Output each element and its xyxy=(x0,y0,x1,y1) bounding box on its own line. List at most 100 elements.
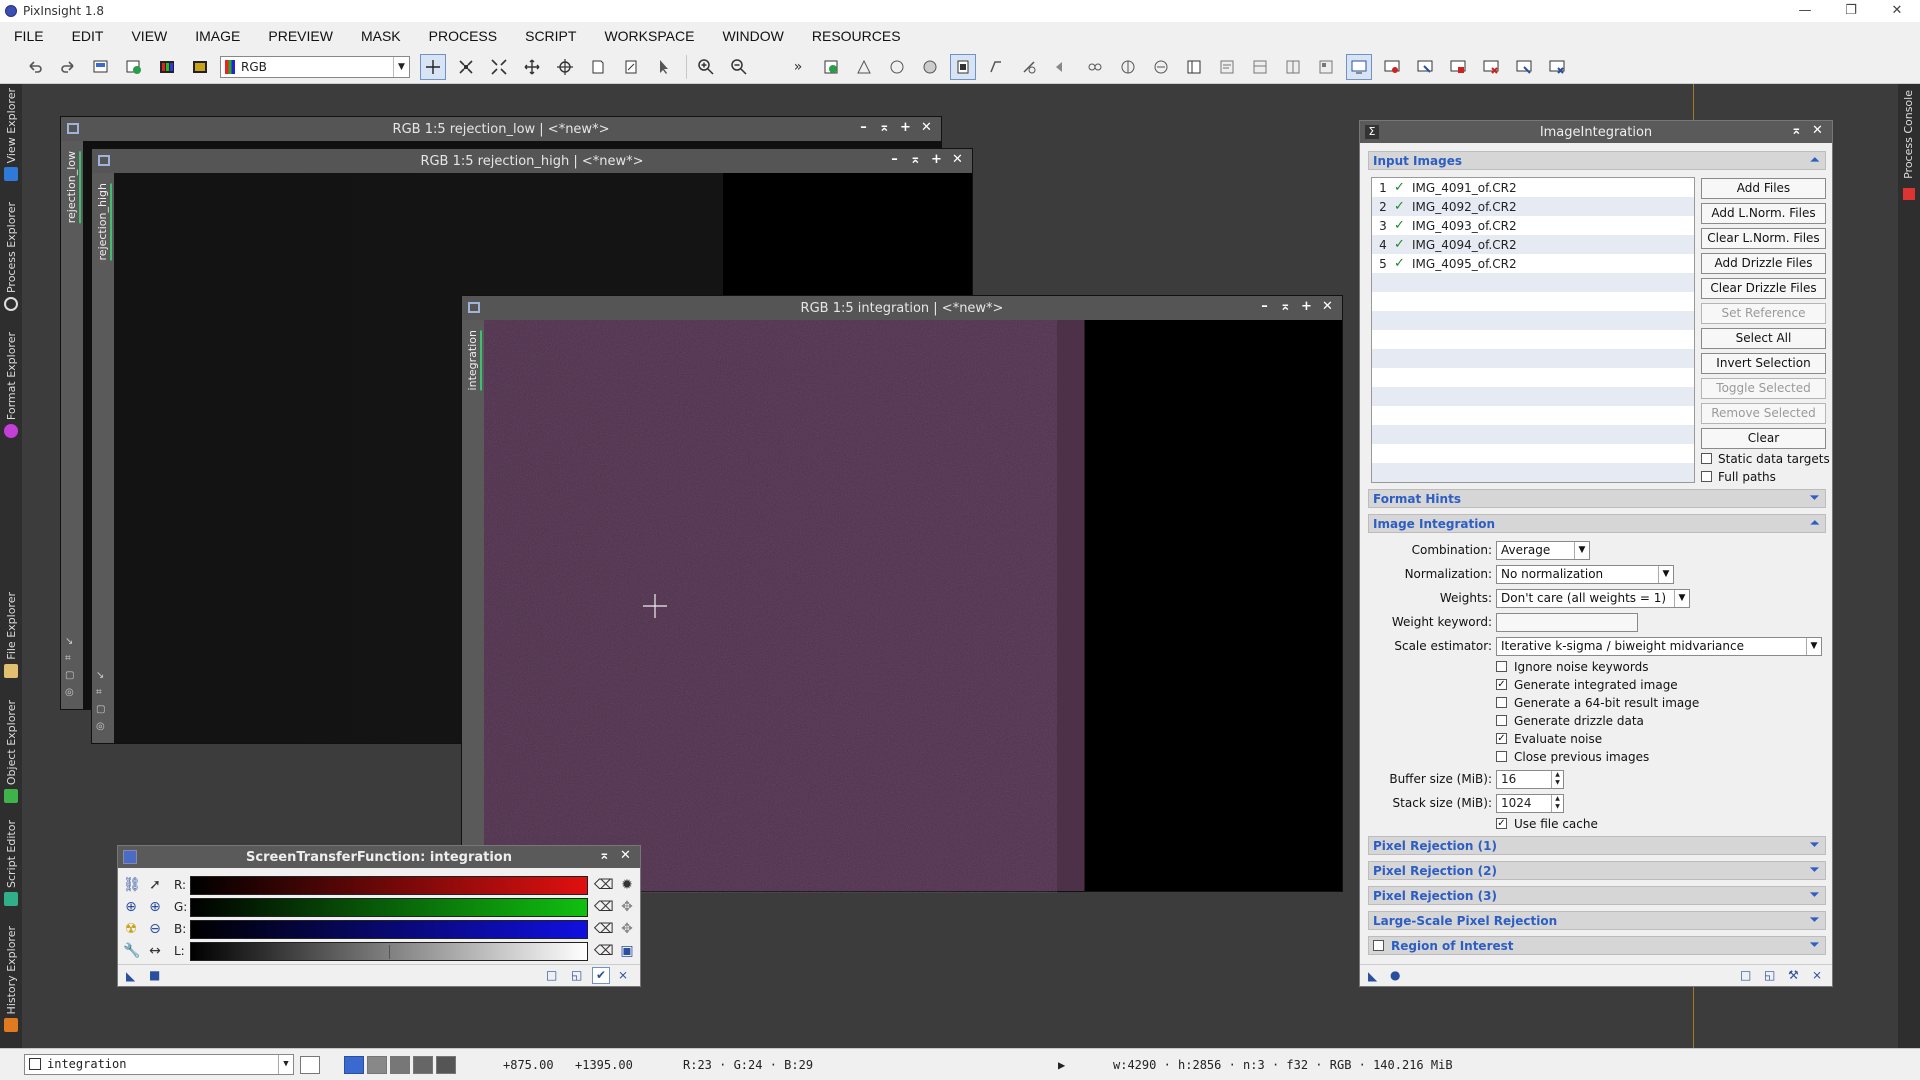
maximize-button[interactable]: + xyxy=(1296,299,1317,314)
expand-arrow-icon[interactable]: ⏷ xyxy=(1810,838,1819,852)
apply-global-icon[interactable]: ● xyxy=(1390,968,1400,982)
input-files-list[interactable]: 1 ✓ IMG_4091_of.CR2 2 ✓ IMG_4092_of.CR2 3 ✓ IM… xyxy=(1371,177,1695,483)
image-integration-window[interactable]: Σ ImageIntegration ⌅ ✕ Input Images ⏶ 1 ✓… xyxy=(1359,120,1833,987)
zoom-fit-icon[interactable]: ⊕ xyxy=(123,899,139,915)
pointer-icon[interactable] xyxy=(651,54,677,80)
workspace-3-icon[interactable] xyxy=(1412,54,1438,80)
display-mode-5-icon[interactable] xyxy=(436,1056,456,1074)
maximize-button[interactable]: + xyxy=(926,152,947,167)
display-mode-4-icon[interactable] xyxy=(413,1056,433,1074)
stack-size-spinner[interactable]: 1024 ▲ ▼ xyxy=(1496,794,1564,813)
evaluate-noise-checkbox[interactable]: ✓ xyxy=(1496,733,1507,744)
normalization-select[interactable]: No normalization ▼ xyxy=(1496,565,1674,584)
preview-restore-icon[interactable] xyxy=(1016,54,1042,80)
blue-channel-slider[interactable] xyxy=(190,920,588,939)
list-item[interactable]: 3 ✓ IMG_4093_of.CR2 xyxy=(1372,216,1694,235)
reset-icon[interactable]: ⨯ xyxy=(618,968,628,982)
object-explorer-tab[interactable]: Object Explorer xyxy=(0,700,22,804)
display-mode-2-icon[interactable] xyxy=(367,1056,387,1074)
ignore-noise-keywords-checkbox[interactable] xyxy=(1496,661,1507,672)
reset-icon[interactable]: ⌫ xyxy=(594,943,614,959)
clear-button[interactable]: Clear xyxy=(1701,428,1826,449)
midtones-marker[interactable] xyxy=(389,945,390,959)
section-pixel-rejection-2[interactable]: Pixel Rejection (2) ⏷ xyxy=(1368,861,1826,880)
extract-channels-icon[interactable] xyxy=(187,54,213,80)
duplicate-image-icon[interactable] xyxy=(121,54,147,80)
channel-combo[interactable]: RGB ▼ xyxy=(220,55,410,78)
use-file-cache-checkbox[interactable]: ✓ xyxy=(1496,818,1507,829)
preview-swap-icon[interactable] xyxy=(1148,54,1174,80)
format-explorer-tab[interactable]: Format Explorer xyxy=(0,332,22,439)
section-image-integration[interactable]: Image Integration ⏶ xyxy=(1368,514,1826,533)
chevron-down-icon[interactable]: ▼ xyxy=(1806,638,1821,655)
center-view-icon[interactable] xyxy=(552,54,578,80)
track-view-icon[interactable]: ✔ xyxy=(592,967,610,984)
workspace-7-icon[interactable] xyxy=(1544,54,1570,80)
list-item[interactable]: 1 ✓ IMG_4091_of.CR2 xyxy=(1372,178,1694,197)
spinner-arrows-icon[interactable]: ▲ ▼ xyxy=(1551,795,1563,812)
expand-arrow-icon[interactable]: ⏷ xyxy=(1810,888,1819,902)
minimize-button[interactable]: – xyxy=(884,152,905,167)
close-previous-images-checkbox[interactable] xyxy=(1496,751,1507,762)
checkmark-icon[interactable]: ✓ xyxy=(1394,237,1412,252)
shade-button[interactable]: ⌅ xyxy=(905,152,926,167)
scale-estimator-select[interactable]: Iterative k-sigma / biweight midvariance… xyxy=(1496,637,1822,656)
invert-selection-button[interactable]: Invert Selection xyxy=(1701,353,1826,374)
section-pixel-rejection-1[interactable]: Pixel Rejection (1) ⏷ xyxy=(1368,836,1826,855)
combination-select[interactable]: Average ▼ xyxy=(1496,541,1590,560)
redo-icon[interactable] xyxy=(55,54,81,80)
window-titlebar[interactable]: RGB 1:5 rejection_high | <*new*> – ⌅ + ✕ xyxy=(92,149,972,173)
shade-button[interactable]: ⌅ xyxy=(874,120,895,135)
remove-selected-button[interactable]: Remove Selected xyxy=(1701,403,1826,424)
workspace-4-icon[interactable] xyxy=(1445,54,1471,80)
stf-window[interactable]: ScreenTransferFunction: integration ⌅ ✕ … xyxy=(117,845,641,987)
maximize-button[interactable]: + xyxy=(895,120,916,135)
list-item[interactable]: 2 ✓ IMG_4092_of.CR2 xyxy=(1372,197,1694,216)
fit-view-icon[interactable] xyxy=(486,54,512,80)
display-mode-3-icon[interactable] xyxy=(390,1056,410,1074)
image-canvas[interactable] xyxy=(484,320,1342,893)
section-pixel-rejection-3[interactable]: Pixel Rejection (3) ⏷ xyxy=(1368,886,1826,905)
view-explorer-tab[interactable]: View Explorer xyxy=(0,88,22,182)
clear-drizzle-files-button[interactable]: Clear Drizzle Files xyxy=(1701,278,1826,299)
section-large-scale-rejection[interactable]: Large-Scale Pixel Rejection ⏷ xyxy=(1368,911,1826,930)
chevron-down-icon[interactable]: ▼ xyxy=(278,1055,293,1074)
checkmark-icon[interactable]: ✓ xyxy=(1394,218,1412,233)
view-id-tab[interactable]: rejection_high xyxy=(96,183,112,261)
menu-script[interactable]: SCRIPT xyxy=(525,28,576,44)
section-format-hints[interactable]: Format Hints ⏷ xyxy=(1368,489,1826,508)
window-titlebar[interactable]: ScreenTransferFunction: integration ⌅ ✕ xyxy=(118,846,640,868)
minimize-button[interactable]: – xyxy=(1254,299,1275,314)
link-channels-icon[interactable]: ⛓ xyxy=(123,877,141,893)
play-icon[interactable]: ▶ xyxy=(1058,1058,1065,1072)
crosshair-icon[interactable]: ✥ xyxy=(619,921,635,937)
new-image-icon[interactable] xyxy=(88,54,114,80)
expand-arrow-icon[interactable]: ⏷ xyxy=(1810,913,1819,927)
process-explorer-tab[interactable]: Process Explorer xyxy=(0,202,22,312)
close-button[interactable]: ✕ xyxy=(947,152,968,167)
display-mode-1-icon[interactable] xyxy=(344,1056,364,1074)
checkmark-icon[interactable]: ✓ xyxy=(1394,199,1412,214)
readout-mode-icon[interactable] xyxy=(420,53,446,80)
tile-windows-icon[interactable] xyxy=(1247,54,1273,80)
mask-invert-icon[interactable] xyxy=(917,54,943,80)
pan-mode-icon[interactable] xyxy=(519,54,545,80)
collapse-arrow-icon[interactable]: ⏶ xyxy=(1810,516,1819,530)
undo-icon[interactable] xyxy=(22,54,48,80)
add-files-button[interactable]: Add Files xyxy=(1701,178,1826,199)
workspace-1-icon[interactable] xyxy=(1346,53,1372,80)
process-console-tab[interactable]: Process Console xyxy=(1902,90,1915,179)
mask-new-icon[interactable] xyxy=(818,54,844,80)
workspace-5-icon[interactable] xyxy=(1478,54,1504,80)
preview-undo-icon[interactable] xyxy=(1049,54,1075,80)
browse-docs-icon[interactable]: □ xyxy=(546,968,557,982)
rgb-channels-icon[interactable] xyxy=(154,54,180,80)
edit-preview-icon[interactable] xyxy=(618,54,644,80)
expand-arrow-icon[interactable]: ⏷ xyxy=(1810,863,1819,877)
checkmark-icon[interactable]: ✓ xyxy=(1394,256,1412,271)
set-reference-button[interactable]: Set Reference xyxy=(1701,303,1826,324)
mask-select-icon[interactable] xyxy=(851,54,877,80)
zoom-mode-icon[interactable] xyxy=(453,54,479,80)
buffer-size-spinner[interactable]: 16 ▲ ▼ xyxy=(1496,770,1564,789)
close-button[interactable]: ✕ xyxy=(916,120,937,135)
